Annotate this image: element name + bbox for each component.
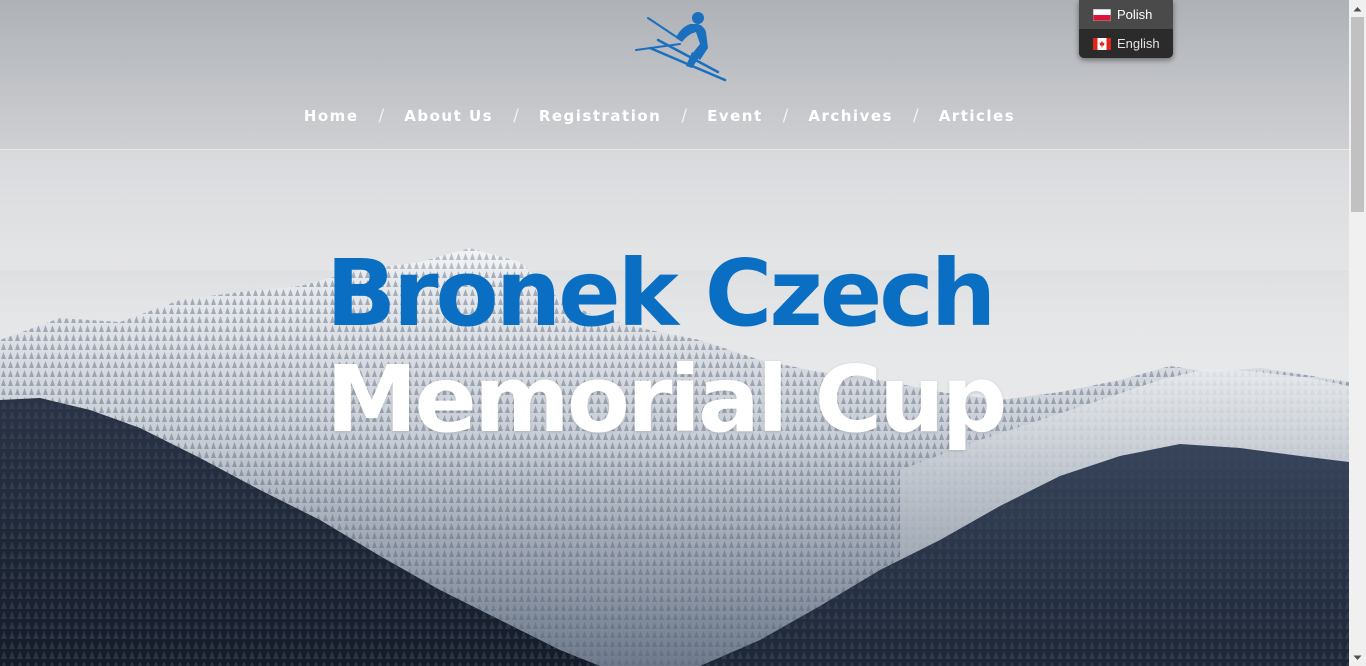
nav-archives-link[interactable]: Archives — [808, 107, 893, 125]
vertical-scrollbar[interactable] — [1349, 0, 1366, 666]
nav-separator: / — [681, 106, 688, 126]
skier-logo-icon[interactable] — [630, 8, 730, 86]
arrow-up-icon — [1353, 6, 1362, 11]
nav-separator: / — [513, 106, 519, 126]
nav-separator: / — [782, 106, 789, 126]
scroll-up-button[interactable] — [1349, 0, 1366, 17]
language-option-polish[interactable]: Polish — [1079, 0, 1173, 29]
language-label: English — [1117, 36, 1160, 51]
nav-registration-link[interactable]: Registration — [539, 107, 662, 125]
nav-separator: / — [912, 106, 919, 126]
canada-flag-icon — [1093, 37, 1111, 50]
hero-title-line-1: Bronek Czech — [326, 240, 996, 347]
nav-separator: / — [378, 106, 385, 126]
scroll-down-button[interactable] — [1349, 649, 1366, 666]
main-navigation: Home / About Us / Registration / Event /… — [0, 102, 1349, 130]
nav-event-link[interactable]: Event — [707, 107, 763, 125]
scrollbar-thumb[interactable] — [1351, 17, 1364, 212]
page-viewport: Home / About Us / Registration / Event /… — [0, 0, 1349, 666]
hero-title-line-2: Memorial Cup — [326, 346, 1007, 453]
language-option-english[interactable]: English — [1079, 29, 1173, 58]
language-label: Polish — [1117, 7, 1153, 22]
hero-title: Bronek Czech Memorial Cup — [326, 240, 1007, 453]
nav-articles-link[interactable]: Articles — [939, 107, 1015, 125]
nav-home-link[interactable]: Home — [304, 107, 359, 125]
poland-flag-icon — [1093, 8, 1111, 21]
arrow-down-icon — [1353, 655, 1362, 660]
nav-about-us-link[interactable]: About Us — [404, 107, 493, 125]
language-switcher-menu: Polish English — [1079, 0, 1173, 58]
